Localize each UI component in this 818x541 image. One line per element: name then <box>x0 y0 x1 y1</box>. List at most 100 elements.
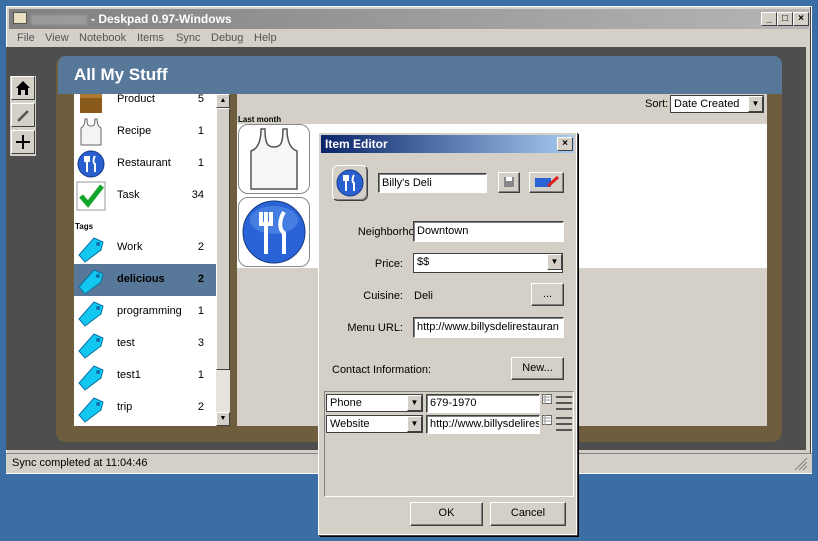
edit-button[interactable] <box>11 103 35 127</box>
scroll-down-button[interactable]: ▼ <box>216 412 230 426</box>
tag-item-button[interactable] <box>529 172 564 193</box>
menu-debug[interactable]: Debug <box>211 32 243 44</box>
dialog-title: Item Editor <box>325 137 388 151</box>
tag-pen-icon <box>534 175 559 188</box>
menu-items[interactable]: Items <box>137 32 164 44</box>
add-button[interactable] <box>11 130 35 154</box>
home-icon <box>16 81 30 95</box>
menu-view[interactable]: View <box>45 32 69 44</box>
menu-help[interactable]: Help <box>254 32 277 44</box>
item-editor-dialog: Item Editor × Billy's Deli Neighborhood:… <box>318 132 577 535</box>
menu-url-input[interactable]: http://www.billysdelirestauran <box>413 317 564 338</box>
tag-item-test1[interactable]: test1 1 <box>74 360 216 392</box>
notebook-header: All My Stuff <box>58 56 782 94</box>
blurred-notebook-name <box>31 14 87 25</box>
resize-grip-icon[interactable] <box>794 457 808 471</box>
neighborhood-input[interactable]: Downtown <box>413 221 564 242</box>
contact-type-select[interactable]: Website ▼ <box>326 415 423 433</box>
ok-button[interactable]: OK <box>410 502 483 526</box>
pencil-icon <box>17 110 29 122</box>
dialog-close-button[interactable]: × <box>557 137 573 151</box>
sort-label: Sort: <box>645 98 669 110</box>
tag-icon <box>78 333 104 359</box>
category-scrollbar[interactable]: ▲ ▼ <box>216 94 230 426</box>
drag-handle-icon[interactable] <box>556 394 572 412</box>
tag-icon <box>78 397 104 423</box>
item-icon-button[interactable] <box>332 165 368 201</box>
menu-url-label: Menu URL: <box>347 322 403 334</box>
category-item-restaurant[interactable]: Restaurant 1 <box>74 148 216 180</box>
menu-file[interactable]: File <box>17 32 35 44</box>
item-name-input[interactable]: Billy's Deli <box>378 173 487 193</box>
app-icon <box>13 12 27 24</box>
scroll-up-button[interactable]: ▲ <box>216 94 230 108</box>
item-thumbnail-restaurant[interactable] <box>238 197 310 267</box>
grid-icon[interactable] <box>542 415 552 425</box>
price-label: Price: <box>374 258 403 270</box>
toolbox <box>10 76 36 156</box>
save-item-button[interactable] <box>498 172 520 193</box>
cancel-button[interactable]: Cancel <box>490 502 566 526</box>
drag-handle-icon[interactable] <box>556 415 572 433</box>
box-icon <box>80 94 102 113</box>
category-count: 34 <box>191 189 204 201</box>
category-label: Task <box>117 189 140 201</box>
menu-bar: File View Notebook Items Sync Debug Help <box>9 30 809 48</box>
new-contact-button[interactable]: New... <box>511 357 564 380</box>
minimize-button[interactable]: _ <box>761 12 777 26</box>
tag-item-trip[interactable]: trip 2 <box>74 392 216 424</box>
tag-item-work[interactable]: Work 2 <box>74 232 216 264</box>
close-button[interactable]: × <box>793 12 809 26</box>
menu-sync[interactable]: Sync <box>176 32 200 44</box>
category-item-task[interactable]: Task 34 <box>74 180 216 212</box>
chevron-down-icon[interactable]: ▼ <box>407 395 422 411</box>
category-count: 5 <box>197 94 204 105</box>
contact-value-input[interactable]: 679-1970 <box>426 394 540 413</box>
tag-icon <box>78 301 104 327</box>
contact-type-select[interactable]: Phone ▼ <box>326 394 423 412</box>
tag-count: 1 <box>197 369 204 381</box>
item-thumbnail-recipe[interactable] <box>238 124 310 194</box>
category-item-recipe[interactable]: Recipe 1 <box>74 116 216 148</box>
disk-icon <box>504 177 514 187</box>
tag-item-test[interactable]: test 3 <box>74 328 216 360</box>
page-title: All My Stuff <box>74 65 168 84</box>
tag-label: Work <box>117 241 143 253</box>
contact-table: Phone ▼ 679-1970 Website ▼ http://www.bi… <box>324 391 574 497</box>
price-select[interactable]: $$ ▼ <box>413 253 563 273</box>
grid-icon[interactable] <box>542 394 552 404</box>
category-item-product[interactable]: Product 5 <box>74 94 216 116</box>
fork-knife-icon <box>242 200 306 264</box>
tag-item-delicious[interactable]: delicious 2 <box>74 264 216 296</box>
window-title: - Deskpad 0.97-Windows <box>91 12 232 26</box>
tag-count: 2 <box>197 401 204 413</box>
chevron-down-icon[interactable]: ▼ <box>407 416 422 432</box>
home-button[interactable] <box>11 76 35 100</box>
scroll-thumb[interactable] <box>216 108 230 370</box>
category-count: 1 <box>197 125 204 137</box>
tags-heading: Tags <box>75 222 94 231</box>
contact-value-input[interactable]: http://www.billysdelires <box>426 415 540 434</box>
apron-icon <box>80 118 102 146</box>
category-label: Restaurant <box>117 157 171 169</box>
chevron-down-icon[interactable]: ▼ <box>748 96 763 112</box>
sort-select[interactable]: Date Created ▼ <box>670 95 764 113</box>
plus-icon <box>16 135 30 149</box>
sort-value: Date Created <box>674 98 740 110</box>
tag-item-programming[interactable]: programming 1 <box>74 296 216 328</box>
tag-label: programming <box>117 305 182 317</box>
tag-count: 2 <box>197 241 204 253</box>
menu-notebook[interactable]: Notebook <box>79 32 126 44</box>
tag-label: trip <box>117 401 133 413</box>
title-bar: - Deskpad 0.97-Windows _ □ × <box>9 9 809 29</box>
tag-label: test1 <box>117 369 141 381</box>
tag-icon <box>78 237 104 263</box>
category-label: Recipe <box>117 125 152 137</box>
fork-knife-icon <box>77 150 105 178</box>
cuisine-picker-button[interactable]: ... <box>531 283 564 306</box>
maximize-button[interactable]: □ <box>777 12 793 26</box>
contact-type-value: Website <box>330 418 370 430</box>
chevron-down-icon[interactable]: ▼ <box>547 254 562 270</box>
tag-count: 2 <box>197 273 204 285</box>
dialog-title-bar: Item Editor × <box>321 135 574 153</box>
